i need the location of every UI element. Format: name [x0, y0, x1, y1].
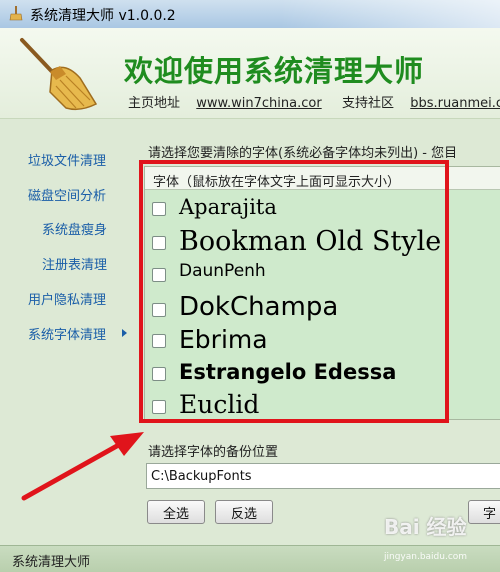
font-row[interactable]: Bookman Old Style [145, 225, 500, 261]
font-name: Bookman Old Style [179, 226, 442, 257]
community-link[interactable]: bbs.ruanmei.co [410, 96, 500, 111]
font-checkbox[interactable] [152, 268, 166, 282]
font-checkbox[interactable] [152, 400, 166, 414]
homepage-label: 主页地址 [128, 96, 181, 111]
welcome-title: 欢迎使用系统清理大师 [124, 54, 425, 88]
font-name: DokChampa [179, 292, 339, 322]
list-header-label: 字体（鼠标放在字体文字上面可显示大小） [153, 175, 401, 190]
clean-fonts-button[interactable]: 字 [468, 500, 500, 524]
status-text: 系统清理大师 [12, 555, 91, 570]
font-row[interactable]: Estrangelo Edessa [145, 358, 500, 388]
baidu-watermark-url: jingyan.baidu.com [384, 552, 468, 562]
font-name: Estrangelo Edessa [179, 360, 397, 384]
title-bar: 系统清理大师 v1.0.0.2 [0, 0, 500, 29]
sidebar-item-disk-analysis[interactable]: 磁盘空间分析 [28, 185, 106, 204]
annotation-arrow [21, 432, 144, 501]
header-banner: 欢迎使用系统清理大师 主页地址 www.win7china.cor 支持社区 b… [0, 28, 500, 119]
font-row[interactable]: Ebrima [145, 325, 500, 355]
sidebar-item-privacy[interactable]: 用户隐私清理 [28, 289, 106, 308]
font-checkbox[interactable] [152, 334, 166, 348]
sidebar-item-system-slim[interactable]: 系统盘瘦身 [42, 219, 107, 238]
baidu-watermark-logo: Bai 经验 [384, 515, 467, 539]
font-row[interactable]: DaunPenh [145, 261, 500, 293]
font-name: Ebrima [179, 325, 268, 354]
broom-icon [20, 38, 98, 111]
sidebar-item-registry[interactable]: 注册表清理 [42, 254, 107, 273]
select-all-button[interactable]: 全选 [147, 500, 205, 524]
font-list[interactable]: 字体（鼠标放在字体文字上面可显示大小） Aparajita Bookman Ol… [144, 166, 500, 420]
font-name: Aparajita [179, 195, 277, 219]
font-checkbox[interactable] [152, 236, 166, 250]
font-row[interactable]: Euclid [145, 389, 500, 419]
backup-location-label: 请选择字体的备份位置 [148, 445, 279, 460]
list-header[interactable]: 字体（鼠标放在字体文字上面可显示大小） [145, 167, 500, 190]
font-row[interactable]: DokChampa [145, 291, 500, 325]
chevron-right-icon [122, 329, 127, 337]
font-name: Euclid [179, 390, 260, 419]
font-checkbox[interactable] [152, 367, 166, 381]
sidebar-item-font-cleanup[interactable]: 系统字体清理 [28, 324, 106, 343]
community-label: 支持社区 [341, 96, 394, 111]
font-checkbox[interactable] [152, 202, 166, 216]
broom-icon [9, 6, 23, 21]
font-row[interactable]: Aparajita [145, 193, 500, 223]
backup-path-input[interactable] [146, 463, 500, 489]
invert-selection-button[interactable]: 反选 [215, 500, 273, 524]
font-name: DaunPenh [179, 261, 266, 281]
homepage-link[interactable]: www.win7china.cor [196, 96, 321, 111]
font-select-prompt: 请选择您要清除的字体(系统必备字体均未列出) - 您目 [148, 146, 458, 161]
font-checkbox[interactable] [152, 303, 166, 317]
window-title: 系统清理大师 v1.0.0.2 [30, 8, 176, 24]
sidebar-item-junk-cleanup[interactable]: 垃圾文件清理 [28, 150, 106, 169]
